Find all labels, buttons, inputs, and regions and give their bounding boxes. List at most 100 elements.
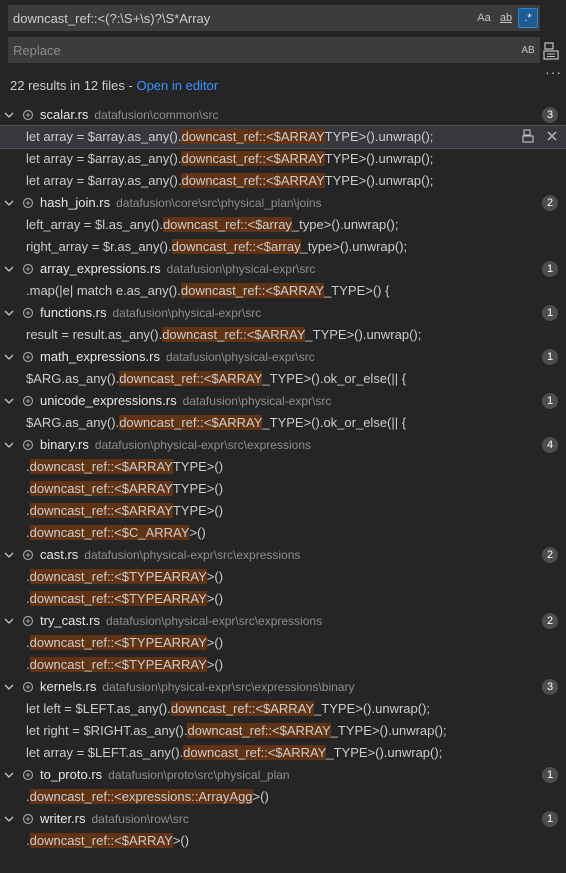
file-row[interactable]: unicode_expressions.rs datafusion\physica…	[0, 390, 566, 412]
match-row[interactable]: let array = $array.as_any().downcast_ref…	[0, 170, 566, 192]
match-highlight: downcast_ref::<$C_ARRAY	[29, 525, 190, 540]
file-name: functions.rs	[40, 305, 107, 320]
match-row[interactable]: $ARG.as_any().downcast_ref::<$ARRAY_TYPE…	[0, 368, 566, 390]
match-row[interactable]: let array = $LEFT.as_any().downcast_ref:…	[0, 742, 566, 764]
match-row[interactable]: .downcast_ref::<$TYPEARRAY>()	[0, 566, 566, 588]
match-row[interactable]: .downcast_ref::<expressions::ArrayAgg>()	[0, 786, 566, 808]
match-row[interactable]: .downcast_ref::<$TYPEARRAY>()	[0, 632, 566, 654]
file-row[interactable]: binary.rs datafusion\physical-expr\src\ex…	[0, 434, 566, 456]
chevron-down-icon[interactable]	[3, 614, 15, 628]
replace-all-icon[interactable]	[542, 39, 560, 61]
more-actions-icon[interactable]: ···	[545, 64, 562, 80]
file-path: datafusion\physical-expr\src	[182, 394, 332, 408]
match-row[interactable]: let left = $LEFT.as_any().downcast_ref::…	[0, 698, 566, 720]
match-row[interactable]: let array = $array.as_any().downcast_ref…	[0, 125, 566, 149]
match-suffix: >()	[206, 569, 224, 584]
file-row[interactable]: kernels.rs datafusion\physical-expr\src\e…	[0, 676, 566, 698]
file-name: scalar.rs	[40, 107, 89, 122]
chevron-down-icon[interactable]	[3, 812, 15, 826]
file-row[interactable]: array_expressions.rs datafusion\physical-…	[0, 258, 566, 280]
file-entry: to_proto.rs datafusion\proto\src\physical…	[40, 767, 290, 782]
file-row[interactable]: writer.rs datafusion\row\src 1	[0, 808, 566, 830]
replace-match-icon[interactable]	[522, 129, 534, 146]
match-prefix: let array = $array.as_any().	[26, 129, 182, 144]
file-entry: kernels.rs datafusion\physical-expr\src\e…	[40, 679, 354, 694]
file-path: datafusion\physical-expr\src	[166, 262, 316, 276]
file-row[interactable]: math_expressions.rs datafusion\physical-e…	[0, 346, 566, 368]
open-in-editor-link[interactable]: Open in editor	[136, 78, 218, 93]
match-highlight: downcast_ref::<$ARRAY	[29, 481, 173, 496]
match-row[interactable]: left_array = $l.as_any().downcast_ref::<…	[0, 214, 566, 236]
match-count-badge: 2	[542, 195, 558, 211]
chevron-down-icon[interactable]	[3, 768, 15, 782]
match-count-badge: 4	[542, 437, 558, 453]
match-suffix: _TYPE>().ok_or_else(|| {	[262, 415, 407, 430]
regex-toggle[interactable]: .*	[518, 8, 538, 28]
file-entry: writer.rs datafusion\row\src	[40, 811, 189, 826]
file-row[interactable]: scalar.rs datafusion\common\src 3	[0, 104, 566, 126]
match-suffix: _TYPE>().unwrap();	[305, 327, 422, 342]
match-row[interactable]: let array = $array.as_any().downcast_ref…	[0, 148, 566, 170]
match-suffix: _TYPE>().unwrap();	[314, 701, 431, 716]
match-highlight: downcast_ref::<$ARRAY	[183, 745, 327, 760]
file-row[interactable]: cast.rs datafusion\physical-expr\src\expr…	[0, 544, 566, 566]
match-prefix: .map(|e| match e.as_any().	[26, 283, 181, 298]
match-suffix: _TYPE>().ok_or_else(|| {	[262, 371, 407, 386]
match-row[interactable]: .map(|e| match e.as_any().downcast_ref::…	[0, 280, 566, 302]
chevron-down-icon[interactable]	[3, 394, 15, 408]
match-highlight: downcast_ref::<$TYPEARRAY	[29, 591, 207, 606]
chevron-down-icon[interactable]	[3, 438, 15, 452]
chevron-down-icon[interactable]	[3, 548, 15, 562]
file-name: writer.rs	[40, 811, 86, 826]
match-text: .downcast_ref::<$ARRAY>()	[26, 833, 189, 848]
file-row[interactable]: hash_join.rs datafusion\core\src\physical…	[0, 192, 566, 214]
match-row[interactable]: result = result.as_any().downcast_ref::<…	[0, 324, 566, 346]
rust-file-icon	[22, 307, 34, 319]
chevron-down-icon[interactable]	[3, 108, 15, 122]
file-row[interactable]: functions.rs datafusion\physical-expr\src…	[0, 302, 566, 324]
whole-word-toggle[interactable]: ab	[496, 8, 516, 28]
chevron-down-icon[interactable]	[3, 680, 15, 694]
match-count-badge: 1	[542, 349, 558, 365]
replace-placeholder[interactable]: Replace	[8, 43, 518, 58]
match-case-toggle[interactable]: Aa	[474, 8, 494, 28]
match-row[interactable]: .downcast_ref::<$ARRAY>()	[0, 830, 566, 852]
search-query[interactable]: downcast_ref::<(?:\S+\s)?\S*Array	[8, 11, 474, 26]
dismiss-match-icon[interactable]	[546, 129, 558, 146]
match-suffix: TYPE>()	[172, 481, 224, 496]
match-row[interactable]: .downcast_ref::<$ARRAYTYPE>()	[0, 456, 566, 478]
match-prefix: let right = $RIGHT.as_any().	[26, 723, 188, 738]
match-row[interactable]: .downcast_ref::<$ARRAYTYPE>()	[0, 500, 566, 522]
match-row[interactable]: right_array = $r.as_any().downcast_ref::…	[0, 236, 566, 258]
match-row[interactable]: .downcast_ref::<$C_ARRAY>()	[0, 522, 566, 544]
chevron-down-icon[interactable]	[3, 306, 15, 320]
match-highlight: downcast_ref::<$TYPEARRAY	[29, 635, 207, 650]
match-row[interactable]: .downcast_ref::<$TYPEARRAY>()	[0, 654, 566, 676]
match-highlight: downcast_ref::<$array	[162, 217, 292, 232]
match-row[interactable]: .downcast_ref::<$ARRAYTYPE>()	[0, 478, 566, 500]
file-entry: unicode_expressions.rs datafusion\physica…	[40, 393, 331, 408]
file-entry: binary.rs datafusion\physical-expr\src\ex…	[40, 437, 311, 452]
search-input[interactable]: downcast_ref::<(?:\S+\s)?\S*Array Aa ab …	[8, 5, 540, 31]
match-text: .downcast_ref::<$ARRAYTYPE>()	[26, 503, 223, 518]
chevron-down-icon[interactable]	[3, 350, 15, 364]
file-row[interactable]: to_proto.rs datafusion\proto\src\physical…	[0, 764, 566, 786]
rust-file-icon	[22, 439, 34, 451]
match-row[interactable]: $ARG.as_any().downcast_ref::<$ARRAY_TYPE…	[0, 412, 566, 434]
match-highlight: downcast_ref::<$TYPEARRAY	[29, 657, 207, 672]
match-row[interactable]: .downcast_ref::<$TYPEARRAY>()	[0, 588, 566, 610]
match-suffix: _TYPE>() {	[324, 283, 390, 298]
chevron-down-icon[interactable]	[3, 196, 15, 210]
chevron-down-icon[interactable]	[3, 262, 15, 276]
preserve-case-toggle[interactable]: AB	[518, 40, 538, 60]
file-row[interactable]: try_cast.rs datafusion\physical-expr\src\…	[0, 610, 566, 632]
match-suffix: >()	[206, 657, 224, 672]
match-text: $ARG.as_any().downcast_ref::<$ARRAY_TYPE…	[26, 371, 406, 386]
match-row[interactable]: let right = $RIGHT.as_any().downcast_ref…	[0, 720, 566, 742]
file-name: hash_join.rs	[40, 195, 111, 210]
match-highlight: downcast_ref::<$ARRAY	[162, 327, 306, 342]
match-text: .downcast_ref::<$C_ARRAY>()	[26, 525, 206, 540]
file-name: cast.rs	[40, 547, 79, 562]
file-entry: hash_join.rs datafusion\core\src\physical…	[40, 195, 322, 210]
replace-input[interactable]: Replace AB	[8, 37, 540, 63]
